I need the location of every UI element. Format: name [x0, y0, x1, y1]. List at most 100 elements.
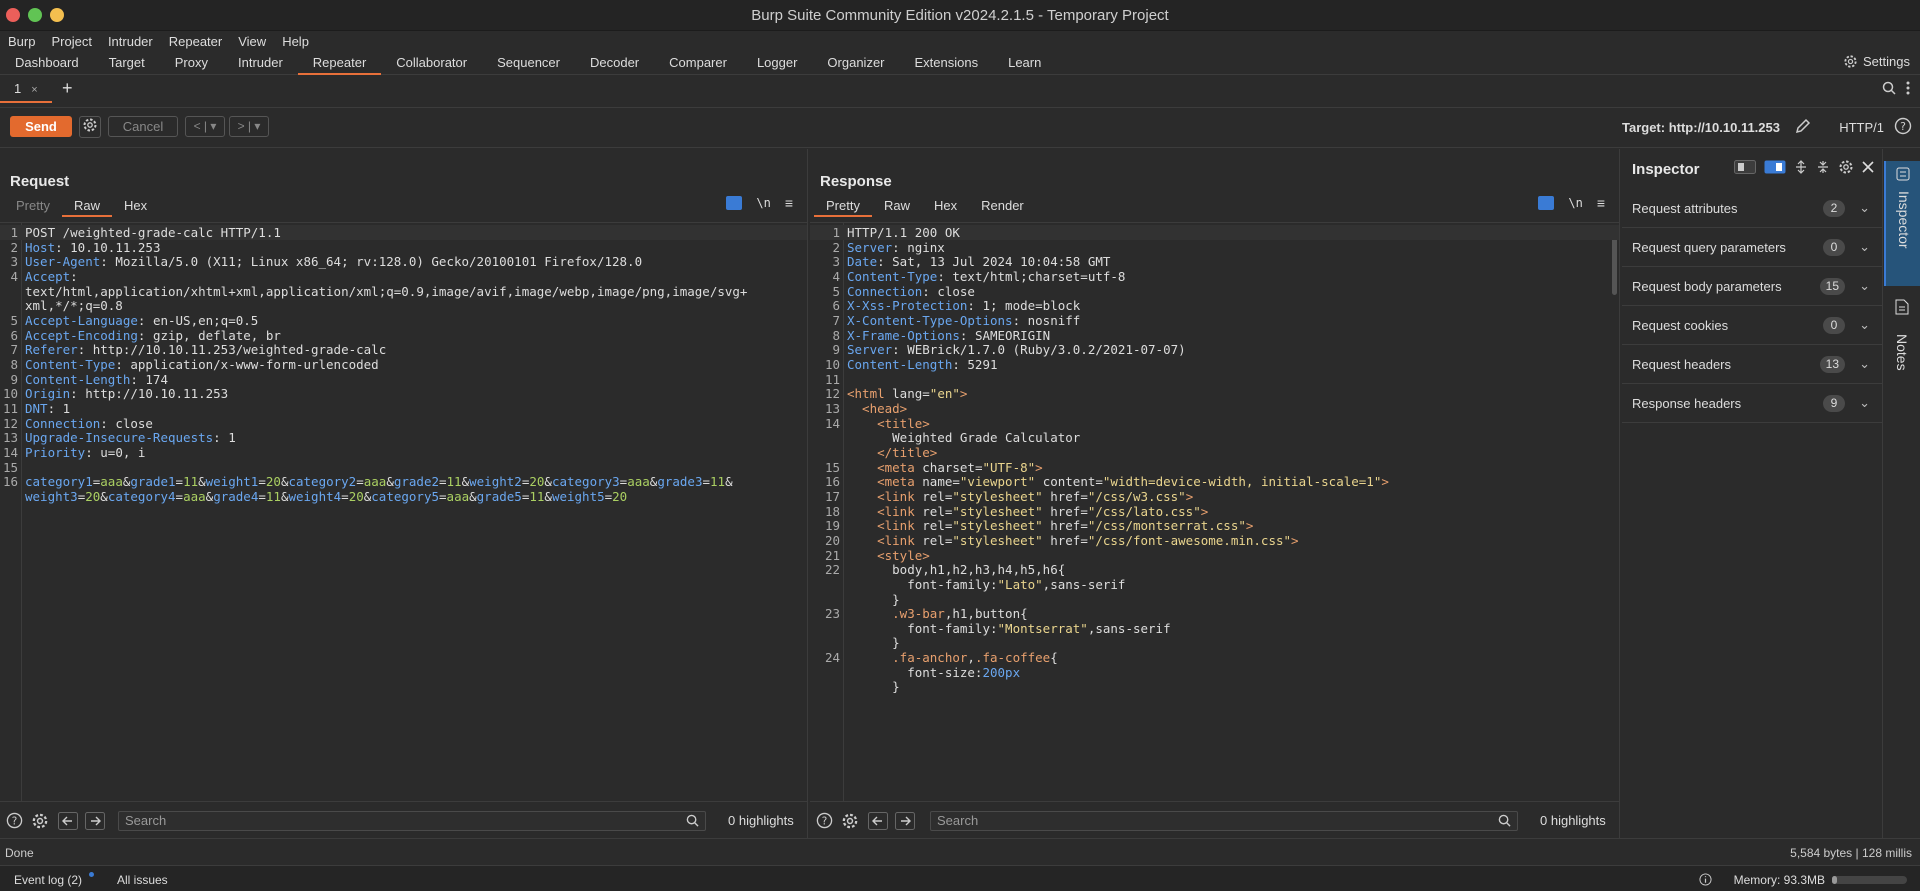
response-search-input[interactable]: Search [930, 811, 1518, 831]
line-text: } [847, 679, 900, 694]
code-line: font-size:200px [810, 665, 1619, 680]
response-tab-render[interactable]: Render [969, 195, 1036, 217]
close-icon[interactable] [1862, 161, 1874, 173]
menu-view[interactable]: View [238, 34, 266, 49]
request-tab-pretty[interactable]: Pretty [4, 195, 62, 217]
token: <link [847, 518, 923, 534]
menu-burp[interactable]: Burp [8, 34, 35, 49]
history-forward-button[interactable]: > | ▾ [229, 116, 269, 137]
code-line: 5 Connection: close [810, 284, 1619, 299]
response-tab-hex[interactable]: Hex [922, 195, 969, 217]
newline-toggle-icon[interactable]: \n [756, 196, 770, 210]
more-vertical-icon[interactable] [1906, 81, 1910, 95]
newline-toggle-icon[interactable]: \n [1568, 196, 1582, 210]
inspector-section-request-body-parameters[interactable]: Request body parameters 15 ⌄ [1622, 267, 1882, 306]
tab-extensions[interactable]: Extensions [900, 51, 994, 75]
request-tab-raw[interactable]: Raw [61, 195, 112, 217]
request-tab-hex[interactable]: Hex [112, 195, 159, 217]
arrow-right-icon[interactable] [85, 812, 105, 830]
back-label: < [193, 119, 201, 133]
tab-organizer[interactable]: Organizer [812, 51, 899, 75]
line-text: <title> [847, 416, 930, 431]
http-version-label[interactable]: HTTP/1 [1839, 120, 1884, 135]
inspector-section-request-headers[interactable]: Request headers 13 ⌄ [1622, 345, 1882, 384]
tab-repeater[interactable]: Repeater [297, 51, 382, 75]
arrow-left-icon[interactable] [58, 812, 78, 830]
code-line: 16 <meta name="viewport" content="width=… [810, 474, 1619, 489]
send-button[interactable]: Send [10, 116, 72, 137]
event-log-button[interactable]: Event log (2) [14, 873, 82, 887]
response-editor[interactable]: 1 HTTP/1.1 200 OK 2 Server: nginx 3 Date: Sat… [810, 222, 1619, 801]
expand-icon[interactable] [1794, 160, 1808, 174]
settings-button[interactable]: Settings [1843, 54, 1910, 69]
wrap-lines-icon[interactable] [1538, 196, 1555, 210]
tab-decoder[interactable]: Decoder [575, 51, 654, 75]
send-settings-button[interactable] [79, 116, 101, 138]
rail-inspector-tab[interactable]: Inspector [1884, 161, 1920, 286]
tab-target[interactable]: Target [94, 51, 160, 75]
menu-repeater[interactable]: Repeater [169, 34, 222, 49]
token: "viewport" [959, 474, 1036, 490]
line-number: 3 [10, 254, 18, 270]
inspector-section-request-cookies[interactable]: Request cookies 0 ⌄ [1622, 306, 1882, 345]
tab-intruder[interactable]: Intruder [223, 51, 298, 75]
history-back-button[interactable]: < | ▾ [185, 116, 225, 137]
line-number: 16 [2, 474, 18, 490]
repeater-tab-1[interactable]: 1 × [0, 77, 52, 103]
collapse-icon[interactable] [1816, 160, 1830, 174]
help-icon[interactable]: ? [1894, 117, 1912, 135]
tab-logger[interactable]: Logger [742, 51, 812, 75]
line-number: 8 [10, 356, 18, 372]
wrap-lines-icon[interactable] [726, 196, 743, 210]
all-issues-button[interactable]: All issues [117, 873, 168, 887]
inspector-section-request-query-parameters[interactable]: Request query parameters 0 ⌄ [1622, 228, 1882, 267]
layout-right-icon[interactable] [1764, 160, 1786, 174]
tab-comparer[interactable]: Comparer [654, 51, 742, 75]
token: Date [847, 254, 878, 270]
inspector-section-request-attributes[interactable]: Request attributes 2 ⌄ [1622, 189, 1882, 228]
menu-icon[interactable]: ≡ [785, 195, 793, 211]
gear-icon[interactable] [1838, 159, 1854, 175]
tab-learn[interactable]: Learn [993, 51, 1056, 75]
token: body,h1,h2,h3,h4,h5,h6{ [847, 562, 1066, 578]
token: weight5 [551, 488, 605, 504]
tab-dashboard[interactable]: Dashboard [0, 51, 94, 75]
response-tab-raw[interactable]: Raw [872, 195, 922, 217]
request-search-input[interactable]: Search [118, 811, 706, 831]
add-tab-button[interactable]: + [62, 78, 73, 99]
gear-icon[interactable] [31, 812, 49, 830]
arrow-left-icon[interactable] [868, 812, 888, 830]
edit-target-icon[interactable] [1794, 117, 1812, 135]
help-icon[interactable]: ? [816, 812, 833, 829]
cancel-button[interactable]: Cancel [108, 116, 178, 137]
status-bar: Done 5,584 bytes | 128 millis [0, 838, 1920, 865]
close-tab-icon[interactable]: × [31, 84, 37, 96]
menu-project[interactable]: Project [51, 34, 91, 49]
menu-icon[interactable]: ≡ [1597, 195, 1605, 211]
tab-proxy[interactable]: Proxy [160, 51, 223, 75]
gear-icon[interactable] [841, 812, 859, 830]
line-number: 21 [824, 547, 840, 563]
code-line: text/html,application/xhtml+xml,applicat… [0, 284, 807, 299]
help-icon[interactable]: ? [6, 812, 23, 829]
menu-intruder[interactable]: Intruder [108, 34, 153, 49]
line-text: Content-Type: text/html;charset=utf-8 [847, 269, 1125, 284]
token: : en-US,en;q=0.5 [137, 312, 259, 328]
token: 20 [529, 474, 545, 490]
token: : 1 [47, 400, 71, 416]
code-line: 5 Accept-Language: en-US,en;q=0.5 [0, 313, 807, 328]
token: 11 [446, 474, 462, 490]
arrow-right-icon[interactable] [895, 812, 915, 830]
token: : Sat, 13 Jul 2024 10:04:58 GMT [877, 254, 1111, 270]
token: } [847, 679, 900, 695]
code-line: 14 <title> [810, 416, 1619, 431]
token: <link [847, 532, 923, 548]
menu-help[interactable]: Help [282, 34, 309, 49]
layout-left-icon[interactable] [1734, 160, 1756, 174]
search-icon[interactable] [1882, 81, 1896, 95]
tab-sequencer[interactable]: Sequencer [482, 51, 575, 75]
inspector-section-response-headers[interactable]: Response headers 9 ⌄ [1622, 384, 1882, 423]
tab-collaborator[interactable]: Collaborator [381, 51, 482, 75]
response-tab-pretty[interactable]: Pretty [814, 195, 872, 217]
request-editor[interactable]: 1 POST /weighted-grade-calc HTTP/1.1 2 Host… [0, 222, 807, 801]
